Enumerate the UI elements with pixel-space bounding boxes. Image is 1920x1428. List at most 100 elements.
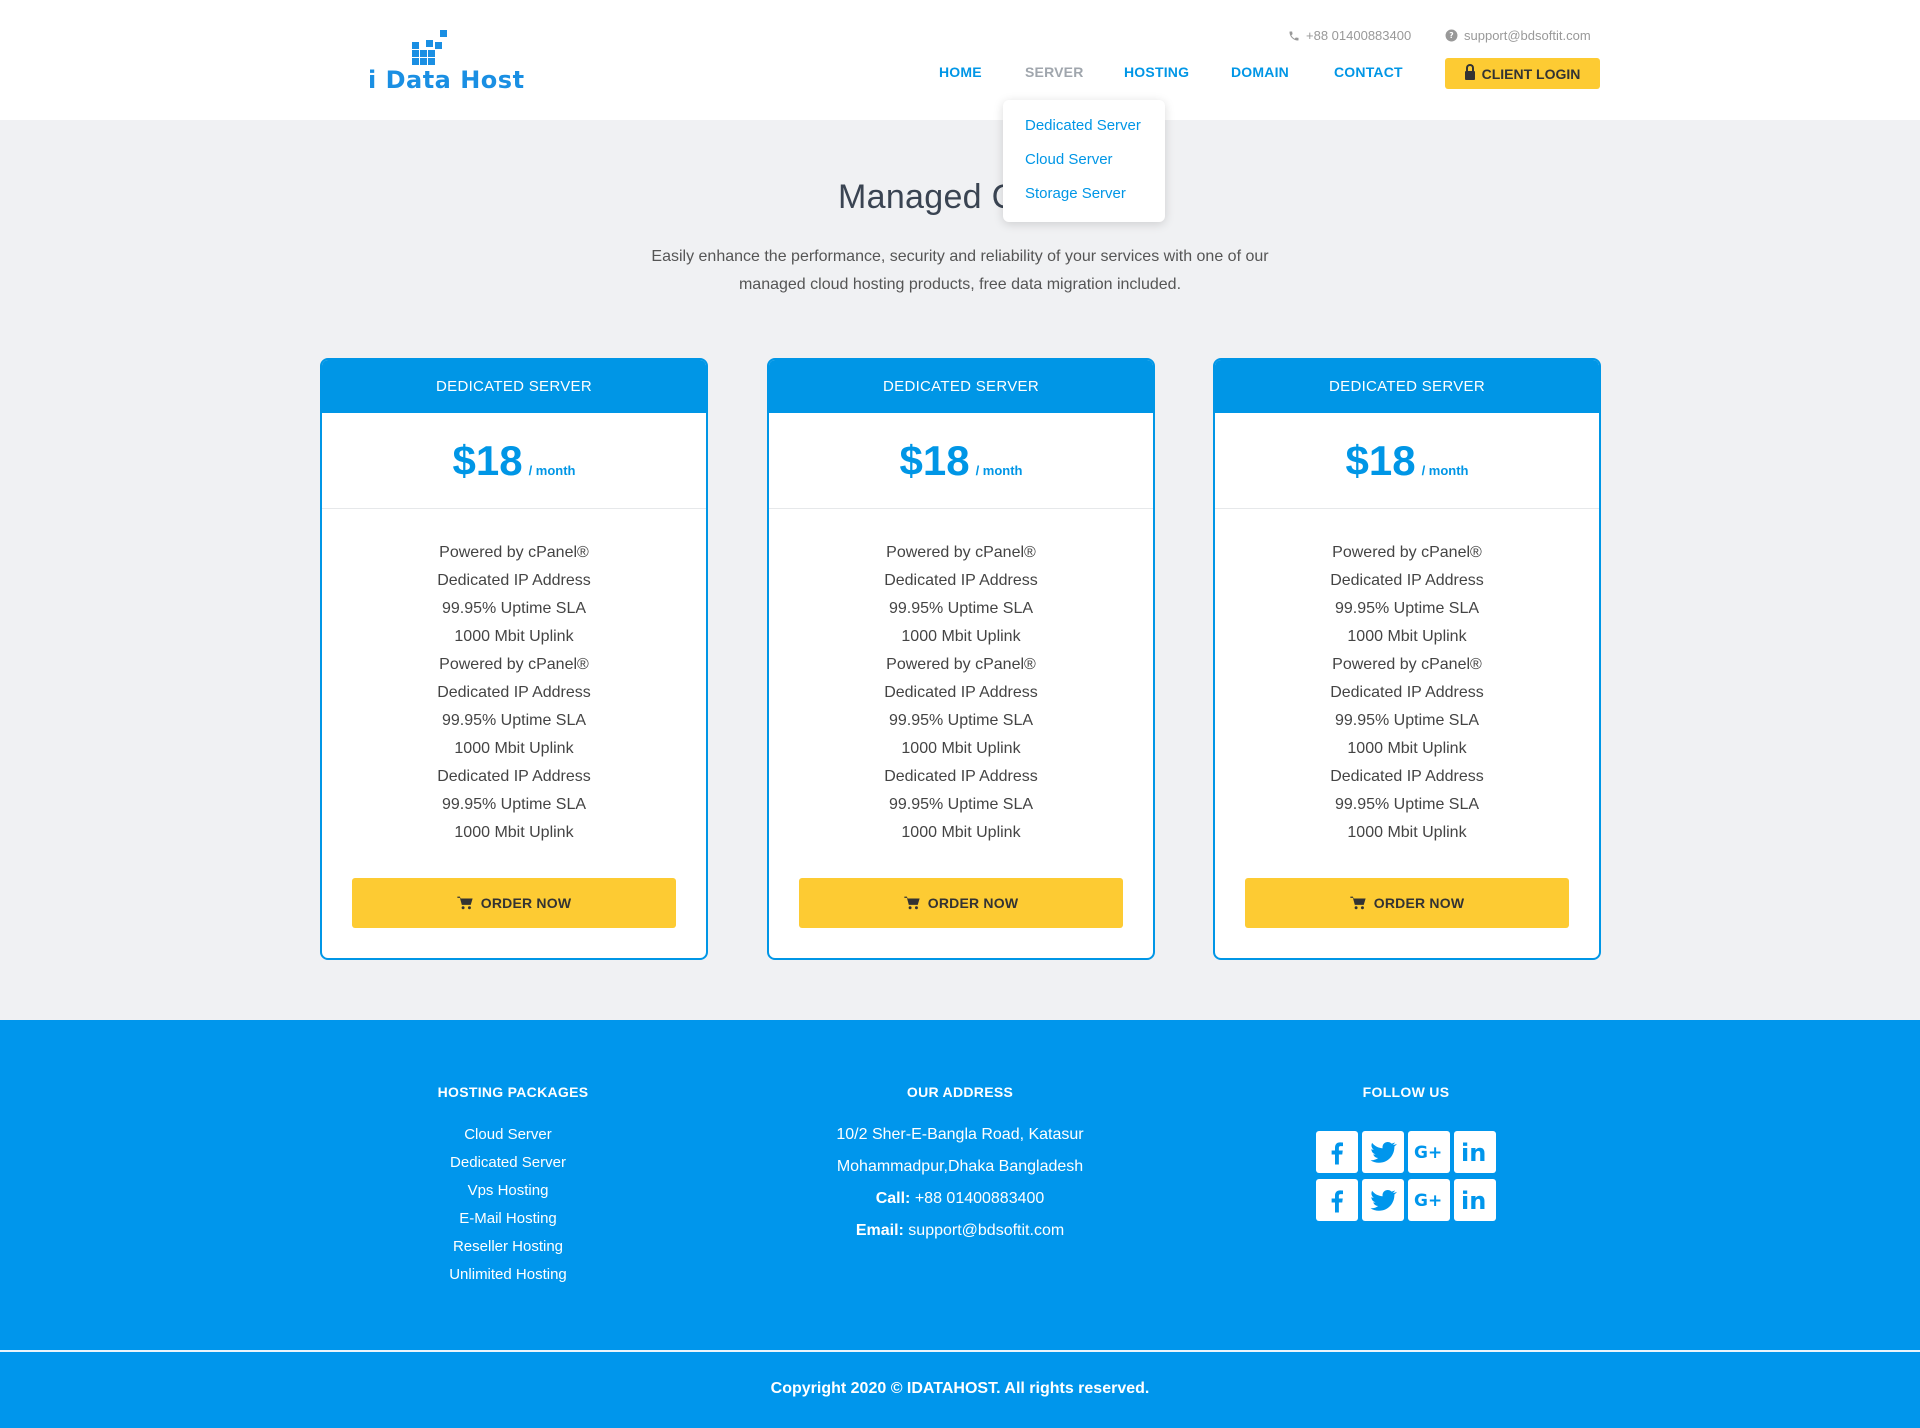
copyright-text: Copyright 2020 © IDATAHOST. All rights r… bbox=[770, 1380, 1150, 1397]
logo-text: i Data Host bbox=[368, 66, 525, 94]
feature-list: Powered by cPanel® Dedicated IP Address … bbox=[769, 509, 1153, 875]
dropdown-item-cloud-server[interactable]: Cloud Server bbox=[1003, 151, 1165, 185]
order-now-label: ORDER NOW bbox=[480, 895, 572, 911]
logo-mark bbox=[440, 30, 447, 37]
cart-icon bbox=[1350, 896, 1366, 910]
footer-link-reseller-hosting[interactable]: Reseller Hosting bbox=[453, 1238, 563, 1255]
feature-item: Powered by cPanel® bbox=[1332, 656, 1482, 673]
order-now-label: ORDER NOW bbox=[1373, 895, 1465, 911]
cart-icon bbox=[904, 896, 920, 910]
footer-divider bbox=[0, 1350, 1920, 1352]
feature-item: 99.95% Uptime SLA bbox=[1334, 712, 1480, 729]
address-line: Mohammadpur,Dhaka Bangladesh bbox=[836, 1158, 1084, 1175]
email-label: Email: bbox=[855, 1222, 904, 1239]
feature-item: 99.95% Uptime SLA bbox=[1334, 796, 1480, 813]
footer-link-unlimited-hosting[interactable]: Unlimited Hosting bbox=[449, 1266, 567, 1283]
nav-contact[interactable]: CONTACT bbox=[1334, 64, 1403, 80]
price-block: $18 / month bbox=[322, 413, 706, 509]
intro-line: Easily enhance the performance, security… bbox=[651, 248, 1269, 265]
feature-item: 1000 Mbit Uplink bbox=[454, 824, 574, 841]
feature-item: Dedicated IP Address bbox=[1330, 768, 1484, 785]
plan-name: DEDICATED SERVER bbox=[322, 360, 706, 413]
linkedin-icon[interactable]: in bbox=[1454, 1179, 1496, 1221]
client-login-button[interactable]: CLIENT LOGIN bbox=[1445, 58, 1600, 89]
site-header: i Data Host +88 01400883400 ? support@bd… bbox=[0, 0, 1920, 120]
plan-price: $18 bbox=[899, 437, 970, 484]
svg-text:G+: G+ bbox=[1414, 1143, 1442, 1163]
plan-price: $18 bbox=[1345, 437, 1416, 484]
footer-link-email-hosting[interactable]: E-Mail Hosting bbox=[459, 1210, 557, 1227]
twitter-icon[interactable] bbox=[1362, 1131, 1404, 1173]
intro-line: managed cloud hosting products, free dat… bbox=[738, 276, 1182, 293]
address-line: 10/2 Sher-E-Bangla Road, Katasur bbox=[836, 1126, 1084, 1143]
call-value: +88 01400883400 bbox=[914, 1190, 1045, 1207]
google-plus-icon[interactable]: G+ bbox=[1408, 1179, 1450, 1221]
order-now-button[interactable]: ORDER NOW bbox=[799, 878, 1123, 928]
footer-link-cloud-server[interactable]: Cloud Server bbox=[464, 1126, 552, 1143]
pricing-card: DEDICATED SERVER $18 / month Powered by … bbox=[1213, 358, 1601, 960]
site-logo[interactable]: i Data Host bbox=[368, 28, 524, 98]
facebook-icon[interactable] bbox=[1316, 1131, 1358, 1173]
plan-period: / month bbox=[975, 463, 1023, 478]
feature-item: Dedicated IP Address bbox=[437, 684, 591, 701]
price-block: $18 / month bbox=[1215, 413, 1599, 509]
linkedin-icon[interactable]: in bbox=[1454, 1131, 1496, 1173]
feature-item: 99.95% Uptime SLA bbox=[441, 796, 587, 813]
price-block: $18 / month bbox=[769, 413, 1153, 509]
cart-icon bbox=[457, 896, 473, 910]
order-now-label: ORDER NOW bbox=[927, 895, 1019, 911]
header-phone: +88 01400883400 bbox=[1288, 28, 1411, 43]
nav-home[interactable]: HOME bbox=[939, 64, 982, 80]
header-email-text: support@bdsoftit.com bbox=[1464, 28, 1591, 43]
server-dropdown-menu: Dedicated Server Cloud Server Storage Se… bbox=[1003, 100, 1165, 222]
svg-text:in: in bbox=[1461, 1139, 1486, 1167]
nav-server[interactable]: SERVER bbox=[1025, 64, 1084, 80]
order-now-button[interactable]: ORDER NOW bbox=[1245, 878, 1569, 928]
call-label: Call: bbox=[875, 1190, 911, 1207]
client-login-label: CLIENT LOGIN bbox=[1481, 65, 1581, 82]
feature-item: Dedicated IP Address bbox=[884, 572, 1038, 589]
feature-item: 1000 Mbit Uplink bbox=[454, 628, 574, 645]
dropdown-item-dedicated-server[interactable]: Dedicated Server bbox=[1003, 117, 1165, 151]
google-plus-icon[interactable]: G+ bbox=[1408, 1131, 1450, 1173]
feature-item: Dedicated IP Address bbox=[884, 684, 1038, 701]
feature-item: 1000 Mbit Uplink bbox=[454, 740, 574, 757]
footer-heading-address: OUR ADDRESS bbox=[906, 1084, 1014, 1100]
email-value[interactable]: support@bdsoftit.com bbox=[908, 1222, 1064, 1239]
pricing-card: DEDICATED SERVER $18 / month Powered by … bbox=[320, 358, 708, 960]
feature-item: Powered by cPanel® bbox=[886, 544, 1036, 561]
site-footer: HOSTING PACKAGES Cloud Server Dedicated … bbox=[0, 1020, 1920, 1428]
footer-link-dedicated-server[interactable]: Dedicated Server bbox=[450, 1154, 566, 1171]
feature-item: 99.95% Uptime SLA bbox=[888, 600, 1034, 617]
plan-name: DEDICATED SERVER bbox=[1215, 360, 1599, 413]
dropdown-item-storage-server[interactable]: Storage Server bbox=[1003, 185, 1165, 219]
feature-item: 1000 Mbit Uplink bbox=[1347, 824, 1467, 841]
feature-item: Powered by cPanel® bbox=[886, 656, 1036, 673]
feature-item: 99.95% Uptime SLA bbox=[1334, 600, 1480, 617]
phone-icon bbox=[1289, 31, 1299, 40]
footer-heading-packages: HOSTING PACKAGES bbox=[437, 1084, 589, 1100]
question-circle-icon: ? bbox=[1445, 29, 1458, 42]
feature-list: Powered by cPanel® Dedicated IP Address … bbox=[322, 509, 706, 875]
plan-name: DEDICATED SERVER bbox=[769, 360, 1153, 413]
feature-item: 99.95% Uptime SLA bbox=[441, 712, 587, 729]
twitter-icon[interactable] bbox=[1362, 1179, 1404, 1221]
feature-item: 1000 Mbit Uplink bbox=[1347, 740, 1467, 757]
feature-item: Dedicated IP Address bbox=[1330, 572, 1484, 589]
feature-list: Powered by cPanel® Dedicated IP Address … bbox=[1215, 509, 1599, 875]
footer-link-vps-hosting[interactable]: Vps Hosting bbox=[468, 1182, 549, 1199]
intro-text: Easily enhance the performance, security… bbox=[610, 243, 1310, 299]
header-phone-text: +88 01400883400 bbox=[1306, 28, 1412, 43]
plan-price: $18 bbox=[452, 437, 523, 484]
nav-domain[interactable]: DOMAIN bbox=[1231, 64, 1289, 80]
feature-item: Dedicated IP Address bbox=[437, 572, 591, 589]
feature-item: Dedicated IP Address bbox=[437, 768, 591, 785]
facebook-icon[interactable] bbox=[1316, 1179, 1358, 1221]
lock-icon bbox=[1464, 64, 1475, 80]
footer-heading-follow: FOLLOW US bbox=[1362, 1084, 1450, 1100]
order-now-button[interactable]: ORDER NOW bbox=[352, 878, 676, 928]
nav-hosting[interactable]: HOSTING bbox=[1124, 64, 1189, 80]
header-email[interactable]: ? support@bdsoftit.com bbox=[1445, 28, 1591, 43]
footer-call: Call: +88 01400883400 bbox=[876, 1190, 1045, 1208]
feature-item: Dedicated IP Address bbox=[884, 768, 1038, 785]
